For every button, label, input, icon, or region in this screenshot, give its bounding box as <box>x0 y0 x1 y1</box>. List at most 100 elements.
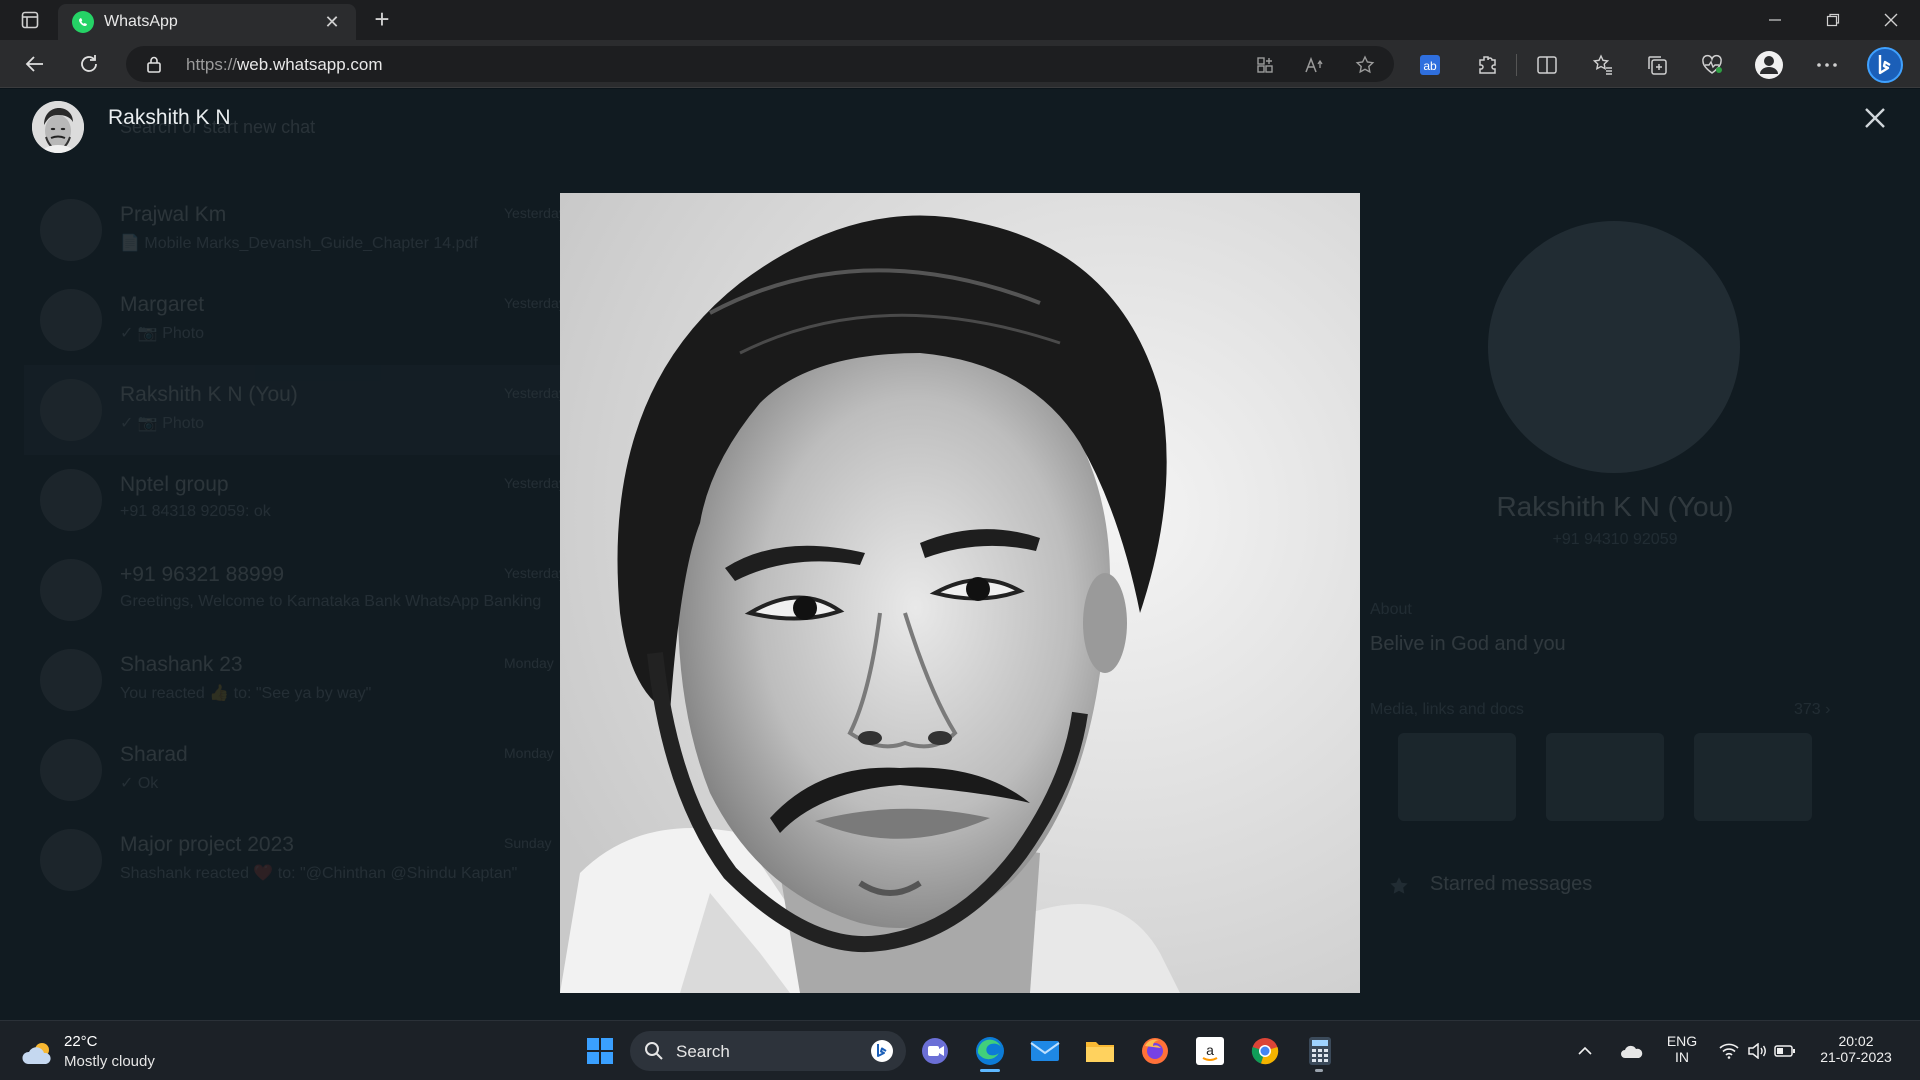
edge-browser-icon[interactable] <box>970 1031 1010 1072</box>
windows-start-icon[interactable] <box>580 1031 620 1071</box>
viewer-contact-name: Rakshith K N <box>108 106 231 129</box>
star-icon <box>1390 877 1408 894</box>
media-viewer-header: Rakshith K N <box>0 89 1920 169</box>
restore-icon[interactable] <box>1804 0 1862 40</box>
chat-time: Monday <box>504 655 554 671</box>
chevron-up-icon[interactable] <box>1572 1031 1598 1071</box>
calculator-icon[interactable] <box>1300 1031 1340 1072</box>
bing-icon <box>871 1040 893 1062</box>
refresh-icon[interactable] <box>72 48 106 80</box>
chat-name: Sharad <box>120 743 188 766</box>
chat-item[interactable]: +91 96321 88999 Greetings, Welcome to Ka… <box>24 545 566 635</box>
avatar <box>40 469 102 531</box>
chat-item[interactable]: Sharad ✓ Ok Monday <box>24 725 564 815</box>
running-app-indicator <box>1315 1069 1323 1072</box>
avatar <box>40 829 102 891</box>
weather-widget[interactable]: 22°C Mostly cloudy <box>22 1033 222 1073</box>
close-viewer-icon[interactable] <box>1860 103 1890 133</box>
tab-actions-icon[interactable] <box>16 8 44 32</box>
address-toolbar: https://web.whatsapp.com ab <box>0 40 1920 88</box>
chat-item[interactable]: Nptel group +91 84318 92059: ok Yesterda… <box>24 455 566 545</box>
about-text: Belive in God and you <box>1370 633 1566 655</box>
minimize-icon[interactable] <box>1746 0 1804 40</box>
lock-icon[interactable] <box>146 55 162 78</box>
chat-name: +91 96321 88999 <box>120 563 285 586</box>
chat-time: Sunday <box>504 835 552 851</box>
avatar <box>40 649 102 711</box>
url-bar[interactable]: https://web.whatsapp.com <box>126 46 1394 82</box>
clock-date: 21-07-2023 <box>1820 1049 1892 1065</box>
language-code: ENG <box>1666 1033 1698 1049</box>
extension-blue-icon[interactable]: ab <box>1415 50 1445 80</box>
tab-whatsapp[interactable]: WhatsApp ✕ <box>58 4 356 40</box>
chat-time: Yesterday <box>504 205 566 221</box>
bing-copilot-icon[interactable] <box>1866 46 1904 84</box>
chat-name: Nptel group <box>120 473 229 496</box>
tab-bar: WhatsApp ✕ + <box>0 0 1920 40</box>
browser-window: WhatsApp ✕ + https://web.whatsapp.com ab… <box>0 0 1920 1080</box>
avatar <box>40 739 102 801</box>
browser-essentials-icon[interactable] <box>1697 50 1727 80</box>
viewer-avatar[interactable] <box>32 101 84 153</box>
profile-photo <box>1488 221 1740 473</box>
url-text[interactable]: https://web.whatsapp.com <box>186 55 383 75</box>
amazon-icon[interactable]: a <box>1190 1031 1230 1071</box>
file-explorer-icon[interactable] <box>1080 1031 1120 1071</box>
windows-taskbar: 22°C Mostly cloudy Search a ENG IN 20:02… <box>0 1020 1920 1080</box>
starred-messages[interactable]: Starred messages <box>1430 873 1592 896</box>
media-heading[interactable]: Media, links and docs <box>1370 701 1524 719</box>
profile-phone: +91 94310 92059 <box>1552 531 1678 548</box>
media-thumbnail[interactable] <box>1398 733 1516 821</box>
chat-item[interactable]: Prajwal Km 📄 Mobile Marks_Devansh_Guide_… <box>24 185 566 275</box>
chat-preview: 📄 Mobile Marks_Devansh_Guide_Chapter 14.… <box>120 235 478 252</box>
media-thumbnail[interactable] <box>1694 733 1812 821</box>
svg-text:a: a <box>1206 1042 1214 1058</box>
teams-chat-icon[interactable] <box>915 1031 955 1071</box>
chat-time: Yesterday <box>504 475 566 491</box>
firefox-icon[interactable] <box>1135 1031 1175 1071</box>
profile-photo-full <box>560 193 1360 993</box>
chat-preview: Greetings, Welcome to Karnataka Bank Wha… <box>120 593 542 610</box>
chat-preview: ✓ 📷 Photo <box>120 415 205 432</box>
chat-item[interactable]: Margaret ✓ 📷 Photo Yesterday <box>24 275 566 365</box>
close-tab-icon[interactable]: ✕ <box>322 12 342 32</box>
language-indicator[interactable]: ENG IN <box>1660 1033 1704 1065</box>
more-options-icon[interactable] <box>1812 50 1842 80</box>
favorite-star-icon[interactable] <box>1354 54 1376 76</box>
chrome-icon[interactable] <box>1245 1031 1285 1071</box>
collections-icon[interactable] <box>1642 50 1672 80</box>
chat-time: Yesterday <box>504 385 566 401</box>
split-screen-icon[interactable] <box>1532 50 1562 80</box>
app-available-icon[interactable] <box>1254 54 1276 76</box>
chat-item[interactable]: Shashank 23 You reacted 👍 to: "See ya by… <box>24 635 564 725</box>
chat-name: Margaret <box>120 293 205 316</box>
close-window-icon[interactable] <box>1862 0 1920 40</box>
taskbar-search[interactable]: Search <box>630 1031 906 1071</box>
chat-preview: ✓ Ok <box>120 775 159 792</box>
wifi-icon[interactable] <box>1716 1031 1742 1071</box>
profile-avatar-icon[interactable] <box>1754 50 1784 80</box>
volume-icon[interactable] <box>1744 1031 1770 1071</box>
avatar <box>40 379 102 441</box>
media-count[interactable]: 373 › <box>1794 701 1830 719</box>
svg-text:ab: ab <box>1423 59 1437 73</box>
active-app-indicator <box>980 1069 1000 1072</box>
search-icon <box>645 1042 663 1060</box>
new-tab-button[interactable]: + <box>368 6 396 34</box>
clock-time: 20:02 <box>1838 1033 1874 1049</box>
read-aloud-icon[interactable] <box>1304 54 1326 76</box>
profile-name: Rakshith K N (You) <box>1496 491 1734 522</box>
mail-icon[interactable] <box>1025 1031 1065 1071</box>
url-scheme: https:// <box>186 55 238 74</box>
battery-icon[interactable] <box>1772 1031 1798 1071</box>
favorites-icon[interactable] <box>1588 50 1618 80</box>
chat-item[interactable]: Major project 2023 Shashank reacted ❤️ t… <box>24 815 564 905</box>
back-icon[interactable] <box>18 48 52 80</box>
media-thumbnail[interactable] <box>1546 733 1664 821</box>
extensions-puzzle-icon[interactable] <box>1472 50 1502 80</box>
chat-name: Shashank 23 <box>120 653 243 676</box>
clock[interactable]: 20:02 21-07-2023 <box>1808 1033 1904 1065</box>
onedrive-cloud-icon[interactable] <box>1614 1031 1650 1071</box>
chat-preview: +91 84318 92059: ok <box>120 503 271 520</box>
chat-item[interactable]: Rakshith K N (You) ✓ 📷 Photo Yesterday <box>24 365 566 455</box>
